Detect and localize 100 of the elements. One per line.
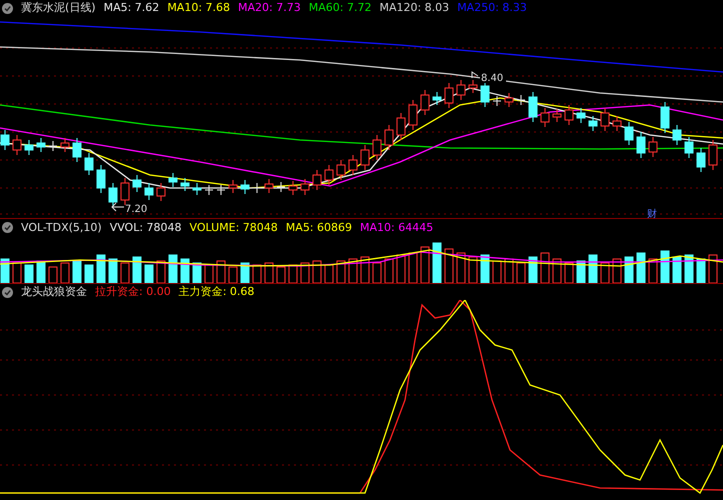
volume-bar	[168, 254, 178, 283]
candlestick	[432, 92, 442, 106]
candlestick	[144, 182, 154, 200]
candlestick	[108, 182, 118, 208]
candlestick	[60, 138, 70, 152]
candlestick	[300, 178, 310, 196]
volume-bar	[516, 262, 526, 283]
candlestick	[204, 184, 214, 196]
chart-title: 冀东水泥(日线)	[21, 0, 96, 16]
volume-bar	[384, 258, 394, 283]
candlestick	[588, 116, 598, 132]
volume-bar	[36, 260, 46, 283]
volume-bar	[468, 256, 478, 283]
volume-bar	[132, 256, 142, 283]
candlestick	[192, 182, 202, 196]
volume-bar	[216, 260, 226, 283]
candlestick	[312, 170, 322, 190]
volume-bar	[600, 262, 610, 283]
volume-bar	[144, 264, 154, 283]
volume-bar	[624, 256, 634, 283]
candlestick	[468, 80, 478, 94]
candlestick	[132, 174, 142, 192]
indicator-value: 主力资金: 0.68	[178, 284, 254, 300]
candlestick	[360, 144, 370, 170]
candlestick	[72, 138, 82, 162]
volume-bar	[24, 264, 34, 283]
indicator-value: VOLUME: 78048	[190, 220, 278, 236]
indicator-value: MA60: 7.72	[308, 0, 372, 16]
candlestick	[264, 178, 274, 194]
volume-bar	[264, 262, 274, 283]
candlestick	[156, 182, 166, 202]
candlestick	[564, 104, 574, 126]
volume-bar	[120, 262, 130, 283]
candlestick	[672, 124, 682, 146]
volume-bar	[288, 264, 298, 283]
chart-title: 龙头战狼资金	[21, 284, 87, 300]
candlestick	[696, 148, 706, 172]
candlestick	[336, 160, 346, 180]
volume-bar	[276, 266, 286, 283]
candlestick	[216, 184, 226, 196]
volume-bar	[12, 262, 22, 283]
candlestick	[648, 136, 658, 158]
candlestick	[96, 164, 106, 194]
volume-bar	[420, 246, 430, 283]
chart-title: VOL-TDX(5,10)	[21, 220, 102, 236]
check-circle-icon[interactable]	[2, 222, 13, 233]
candlestick	[492, 96, 502, 106]
candlestick	[48, 140, 58, 152]
event-marker[interactable]: 财	[647, 209, 657, 218]
volume-bar	[336, 260, 346, 283]
volume-bar	[180, 258, 190, 283]
candlestick	[708, 140, 718, 170]
volume-bar	[240, 262, 250, 283]
candlestick	[384, 124, 394, 150]
candlestick	[540, 108, 550, 128]
volume-bar	[108, 258, 118, 283]
volume-bar	[540, 252, 550, 283]
candlestick	[444, 82, 454, 108]
candlestick	[276, 182, 286, 192]
candlestick	[552, 108, 562, 122]
indicator-value: 拉升资金: 0.00	[95, 284, 171, 300]
volume-bar	[492, 260, 502, 283]
indicator-value: MA5: 7.62	[104, 0, 160, 16]
volume-bar	[252, 264, 262, 283]
volume-bar	[696, 258, 706, 283]
candlestick	[684, 136, 694, 158]
volume-bar	[504, 258, 514, 283]
candlestick	[504, 92, 514, 108]
indicator-value: MA10: 7.68	[167, 0, 230, 16]
indicator-value: MA20: 7.73	[238, 0, 301, 16]
volume-bar	[48, 266, 58, 283]
indicator-value: VVOL: 78048	[110, 220, 182, 236]
indicator-value: MA120: 8.03	[379, 0, 450, 16]
candlestick	[24, 140, 34, 156]
indicator-value: MA10: 64445	[360, 220, 434, 236]
candlestick	[396, 112, 406, 140]
check-circle-icon[interactable]	[2, 2, 13, 14]
volume-bar	[684, 254, 694, 283]
candlestick	[252, 182, 262, 194]
volume-bar	[360, 256, 370, 283]
volume-bar	[60, 262, 70, 283]
volume-bar	[300, 262, 310, 283]
candlestick	[600, 108, 610, 132]
volume-bar	[612, 258, 622, 283]
volume-bar	[408, 252, 418, 283]
candlestick	[456, 80, 466, 100]
volume-bar	[552, 258, 562, 283]
candlestick	[0, 130, 10, 150]
check-circle-icon[interactable]	[2, 286, 13, 298]
volume-bar	[372, 262, 382, 283]
volume-bar	[708, 254, 718, 283]
volume-bar	[564, 262, 574, 283]
indicator-value: MA250: 8.33	[457, 0, 527, 16]
candlestick	[288, 180, 298, 196]
candlestick	[480, 80, 490, 108]
volume-bar	[348, 258, 358, 283]
indicator-value: MA5: 60869	[286, 220, 352, 236]
volume-bar	[636, 252, 646, 283]
volume-bar	[324, 264, 334, 283]
volume-bar	[444, 248, 454, 283]
